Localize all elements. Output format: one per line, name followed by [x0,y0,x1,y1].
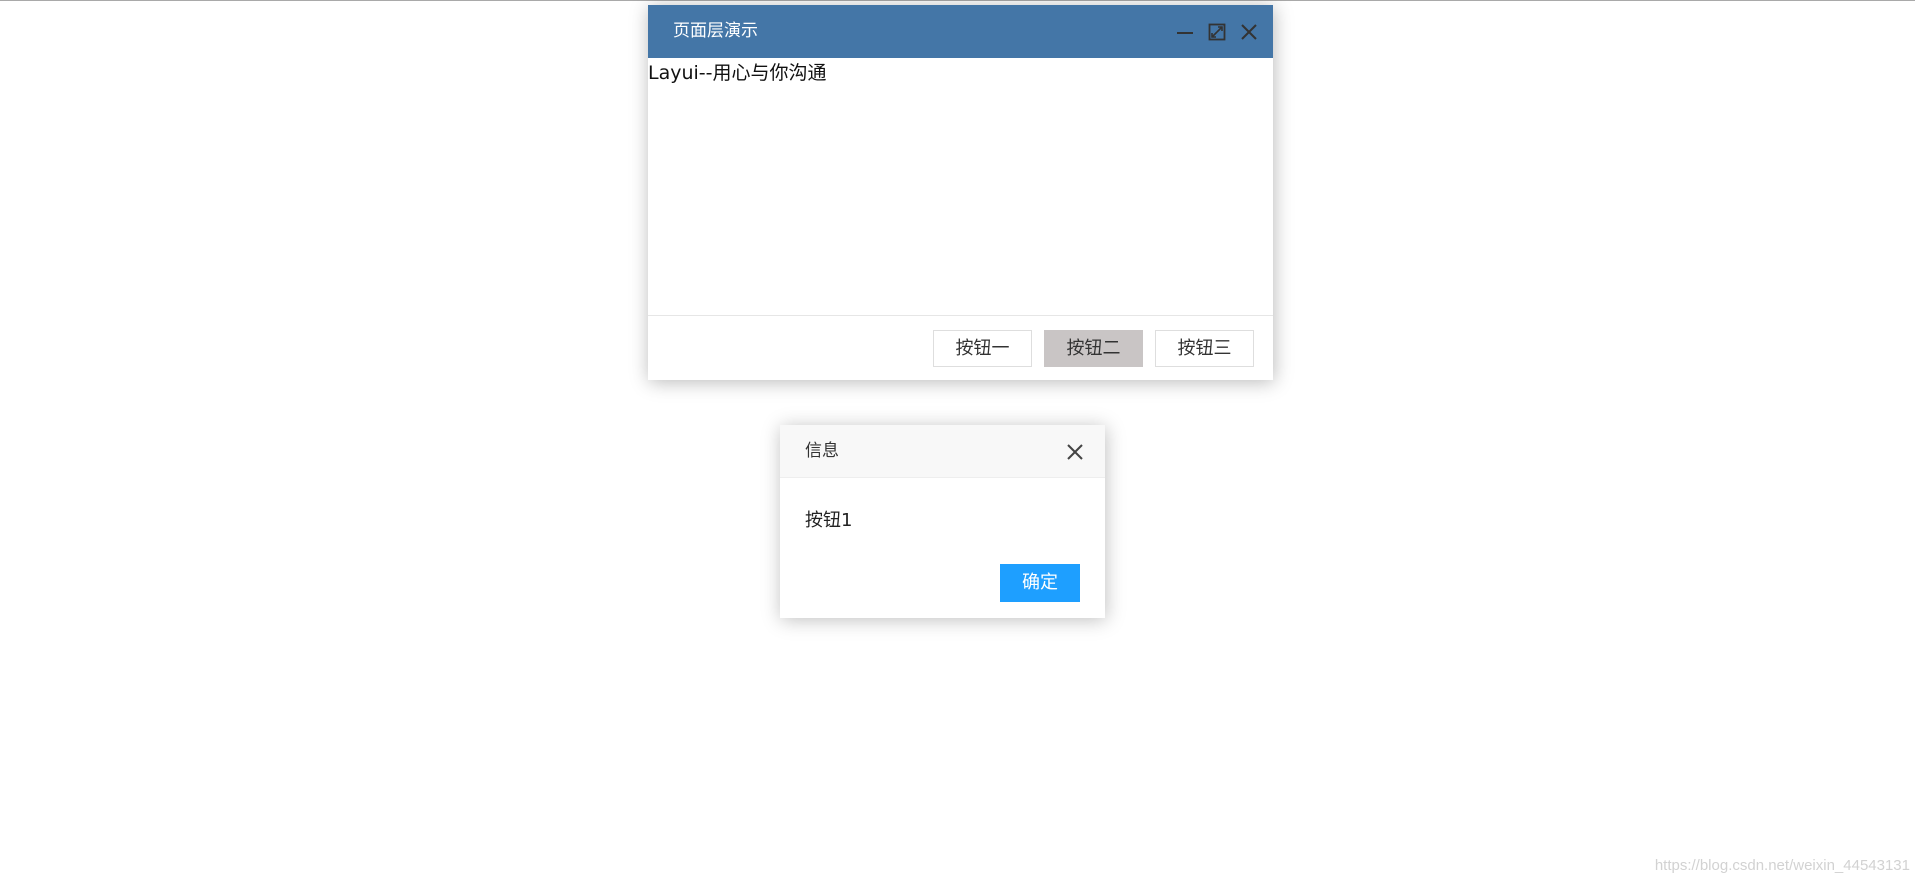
info-dialog-footer: 确定 [780,564,1105,602]
confirm-button[interactable]: 确定 [1000,564,1080,602]
page: 页面层演示 Layui--用心与你沟通 按钮一 按钮二 按钮三 信息 按钮1 确… [0,0,1915,882]
info-dialog-message: 按钮1 [780,478,1105,564]
maximize-icon[interactable] [1207,22,1227,42]
minimize-icon[interactable] [1175,22,1195,42]
info-message-text: 按钮1 [805,510,853,531]
info-dialog: 信息 按钮1 确定 [780,425,1105,618]
button-one[interactable]: 按钮一 [933,329,1032,367]
button-two[interactable]: 按钮二 [1044,329,1143,367]
page-layer-content: Layui--用心与你沟通 [648,58,1273,315]
page-layer-title: 页面层演示 [673,21,758,41]
close-icon[interactable] [1239,22,1259,42]
close-icon[interactable] [1065,442,1085,462]
top-divider [0,0,1915,4]
info-dialog-titlebar[interactable]: 信息 [780,425,1105,478]
page-layer-titlebar[interactable]: 页面层演示 [648,5,1273,58]
page-layer-content-text: Layui--用心与你沟通 [648,62,827,84]
window-controls [1175,5,1259,58]
info-dialog-title: 信息 [805,441,839,461]
button-three[interactable]: 按钮三 [1155,329,1254,367]
page-layer-dialog: 页面层演示 Layui--用心与你沟通 按钮一 按钮二 按钮三 [648,5,1273,380]
page-layer-footer: 按钮一 按钮二 按钮三 [648,315,1273,380]
watermark: https://blog.csdn.net/weixin_44543131 [1654,857,1910,874]
